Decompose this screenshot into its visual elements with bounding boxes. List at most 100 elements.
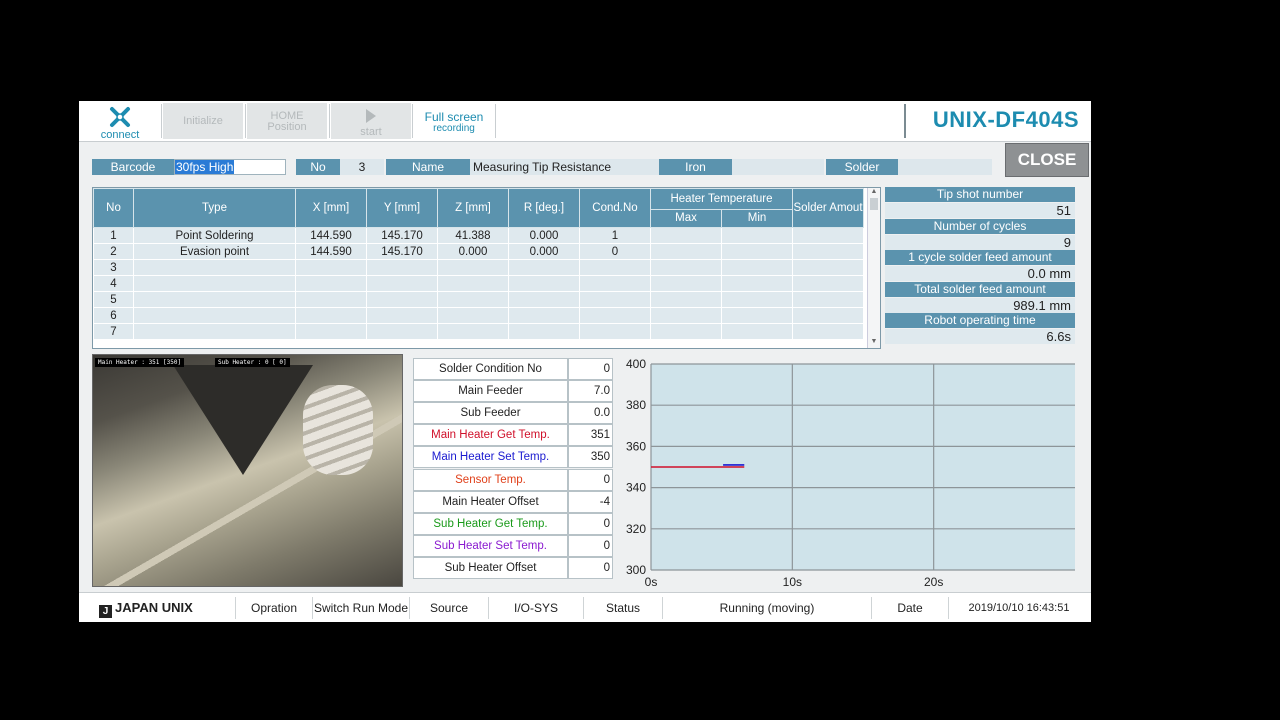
- solder-coil: [303, 385, 373, 475]
- source-button[interactable]: Source: [410, 593, 488, 622]
- opration-button[interactable]: Opration: [236, 593, 312, 622]
- initialize-label: Initialize: [183, 115, 223, 127]
- initialize-button[interactable]: Initialize: [163, 103, 243, 139]
- chart-x-tick: 0s: [645, 575, 658, 589]
- stat-value: 9: [1063, 235, 1071, 250]
- cell-y: [366, 291, 438, 308]
- stat-value-box: 0.0 mm: [885, 266, 1075, 281]
- cell-no: 2: [93, 243, 134, 260]
- points-table: No Type X [mm] Y [mm] Z [mm] R [deg.] Co…: [92, 187, 881, 349]
- table-row[interactable]: 2 Evasion point 144.590 145.170 0.000 0.000 0: [93, 243, 864, 260]
- param-value: 0: [568, 469, 613, 491]
- cell-r: [508, 323, 580, 340]
- camera-view: Main Heater : 351 [350] Sub Heater : 0 […: [92, 354, 403, 587]
- status-value: Running (moving): [719, 601, 815, 615]
- chart-y-tick: 320: [626, 522, 646, 536]
- switch-run-mode-button[interactable]: Switch Run Mode: [313, 593, 409, 622]
- cell-y: [366, 307, 438, 324]
- param-value: -4: [568, 491, 613, 513]
- stat-label: 1 cycle solder feed amount: [885, 250, 1075, 265]
- toolbar-divider: [412, 104, 413, 138]
- close-button[interactable]: CLOSE: [1005, 143, 1089, 177]
- home-position-button[interactable]: HOME Position: [247, 103, 327, 139]
- cell-z: [437, 259, 509, 276]
- stat-value-box: 9: [885, 235, 1075, 250]
- cell-type: [133, 307, 296, 324]
- name-value: Measuring Tip Resistance: [470, 159, 660, 175]
- temperature-chart: 400 380 360 340 320 3000s 10s 20s: [626, 357, 1075, 589]
- col-header-cond: Cond.No: [579, 188, 651, 228]
- toolbar-divider: [245, 104, 246, 138]
- param-value: 7.0: [568, 380, 613, 402]
- table-row[interactable]: 7: [93, 323, 864, 340]
- cell-y: 145.170: [366, 243, 438, 260]
- cell-z: 0.000: [437, 243, 509, 260]
- cell-r: 0.000: [508, 227, 580, 244]
- toolbar: connect Initialize HOME Position start F…: [79, 101, 1091, 142]
- table-row[interactable]: 4: [93, 275, 864, 292]
- param-label: Main Heater Get Temp.: [413, 424, 568, 446]
- cell-type: [133, 291, 296, 308]
- cell-x: [295, 259, 367, 276]
- chart-y-tick: 380: [626, 398, 646, 412]
- start-button[interactable]: start: [331, 103, 411, 139]
- soldering-tip: [173, 365, 313, 475]
- cell-r: [508, 259, 580, 276]
- toolbar-divider: [329, 104, 330, 138]
- table-scrollbar[interactable]: ▲ ▼: [867, 188, 880, 348]
- cell-type: Point Soldering: [133, 227, 296, 244]
- connect-icon: [110, 107, 130, 127]
- cell-max: [650, 323, 722, 340]
- cell-cond: 1: [579, 227, 651, 244]
- cell-max: [650, 307, 722, 324]
- col-header-x: X [mm]: [295, 188, 367, 228]
- param-label: Sub Feeder: [413, 402, 568, 424]
- table-row[interactable]: 6: [93, 307, 864, 324]
- io-sys-button[interactable]: I/O-SYS: [489, 593, 583, 622]
- cell-no: 6: [93, 307, 134, 324]
- iron-value: [732, 159, 824, 175]
- app-window: connect Initialize HOME Position start F…: [79, 101, 1091, 622]
- table-row[interactable]: 1 Point Soldering 144.590 145.170 41.388 0.00…: [93, 227, 864, 244]
- cell-cond: [579, 323, 651, 340]
- cell-y: [366, 323, 438, 340]
- stat-value: 989.1 mm: [1013, 298, 1071, 313]
- barcode-field[interactable]: 30fps High: [174, 159, 286, 175]
- cell-type: [133, 259, 296, 276]
- cell-max: [650, 243, 722, 260]
- scroll-thumb[interactable]: [870, 198, 878, 210]
- stat-value: 51: [1056, 203, 1071, 218]
- connect-label: connect: [100, 129, 140, 141]
- param-value: 0.0: [568, 402, 613, 424]
- cell-cond: 0: [579, 243, 651, 260]
- param-label: Main Feeder: [413, 380, 568, 402]
- table-row[interactable]: 3: [93, 259, 864, 276]
- table-row[interactable]: 5: [93, 291, 864, 308]
- fullscreen-recording-button[interactable]: Full screen recording: [414, 103, 494, 139]
- cell-no: 3: [93, 259, 134, 276]
- cell-solder: [792, 275, 864, 292]
- connect-button[interactable]: connect: [81, 103, 159, 141]
- param-label: Sensor Temp.: [413, 469, 568, 491]
- col-header-heater-temp: Heater Temperature: [650, 188, 793, 210]
- cell-max: [650, 227, 722, 244]
- points-grid: No Type X [mm] Y [mm] Z [mm] R [deg.] Co…: [93, 188, 864, 340]
- col-header-no: No: [93, 188, 134, 228]
- cell-r: [508, 275, 580, 292]
- col-header-min: Min: [721, 208, 793, 229]
- cell-y: 145.170: [366, 227, 438, 244]
- cell-r: 0.000: [508, 243, 580, 260]
- date-value: 2019/10/10 16:43:51: [968, 602, 1070, 614]
- brand-icon: J: [99, 605, 112, 618]
- brand-name: JAPAN UNIX: [115, 600, 193, 615]
- toolbar-divider: [495, 104, 496, 138]
- scroll-up-icon[interactable]: ▲: [868, 188, 880, 198]
- cell-solder: [792, 227, 864, 244]
- scroll-down-icon[interactable]: ▼: [868, 338, 880, 348]
- status-label: Status: [605, 601, 641, 615]
- stat-value-box: 6.6s: [885, 329, 1075, 344]
- brand-logo: J JAPAN UNIX: [99, 593, 219, 622]
- stat-label: Total solder feed amount: [885, 282, 1075, 297]
- param-label: Sub Heater Offset: [413, 557, 568, 579]
- solder-value: [898, 159, 992, 175]
